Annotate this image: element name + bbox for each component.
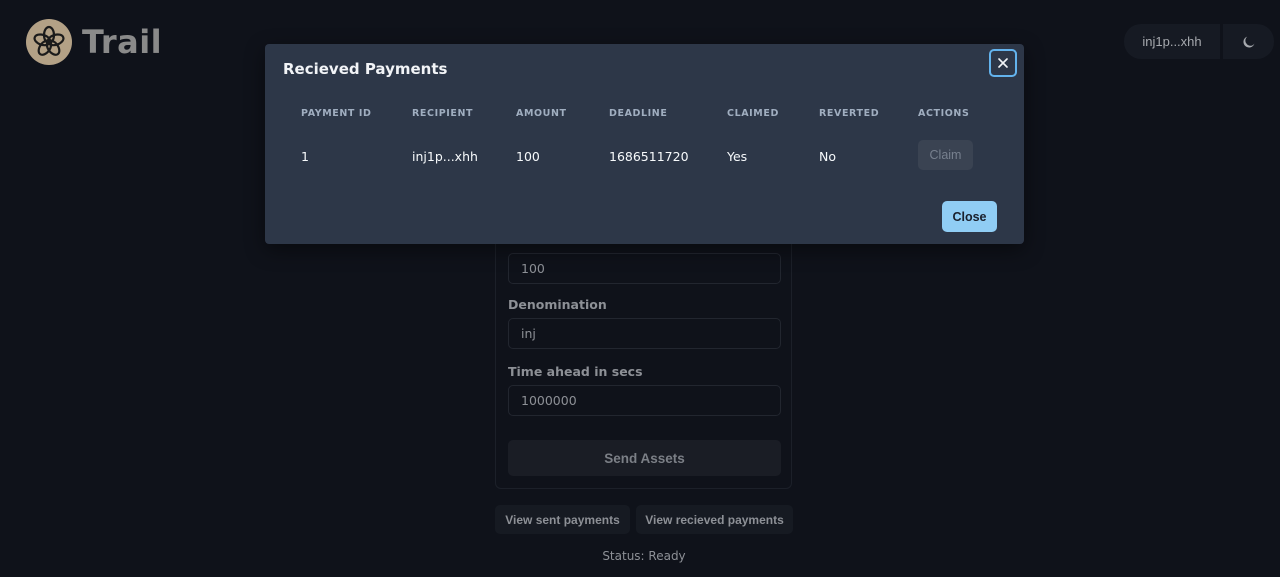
send-assets-button[interactable]: Send Assets: [508, 440, 781, 476]
column-header-actions: ACTIONS: [918, 108, 970, 119]
amount-input[interactable]: 100: [508, 253, 781, 284]
moon-icon: [1242, 36, 1254, 47]
received-payments-modal: Recieved Payments PAYMENT ID RECIPIENT A…: [265, 44, 1024, 244]
column-header-deadline: DEADLINE: [609, 108, 668, 119]
app-title: Trail: [82, 23, 163, 61]
denomination-label: Denomination: [508, 297, 607, 312]
close-icon: [998, 58, 1008, 68]
logo-icon: [26, 19, 72, 65]
modal-close-icon-button[interactable]: [989, 49, 1017, 77]
view-received-payments-button[interactable]: View recieved payments: [636, 505, 793, 534]
column-header-payment-id: PAYMENT ID: [301, 108, 372, 119]
cell-reverted: No: [819, 149, 836, 164]
cell-recipient: inj1p...xhh: [412, 149, 478, 164]
column-header-claimed: CLAIMED: [727, 108, 779, 119]
column-header-amount: AMOUNT: [516, 108, 567, 119]
claim-button[interactable]: Claim: [918, 140, 973, 170]
status-text: Status: Ready: [602, 549, 686, 563]
wallet-address-button[interactable]: inj1p...xhh: [1124, 24, 1220, 59]
modal-title: Recieved Payments: [283, 60, 448, 78]
theme-toggle-button[interactable]: [1223, 24, 1274, 59]
cell-payment-id: 1: [301, 149, 309, 164]
cell-deadline: 1686511720: [609, 149, 689, 164]
modal-close-button[interactable]: Close: [942, 201, 997, 232]
cell-amount: 100: [516, 149, 540, 164]
cell-claimed: Yes: [727, 149, 748, 164]
denomination-input[interactable]: inj: [508, 318, 781, 349]
column-header-recipient: RECIPIENT: [412, 108, 474, 119]
time-ahead-label: Time ahead in secs: [508, 364, 643, 379]
view-sent-payments-button[interactable]: View sent payments: [495, 505, 630, 534]
app-logo[interactable]: Trail: [26, 19, 162, 65]
time-ahead-input[interactable]: 1000000: [508, 385, 781, 416]
column-header-reverted: REVERTED: [819, 108, 880, 119]
